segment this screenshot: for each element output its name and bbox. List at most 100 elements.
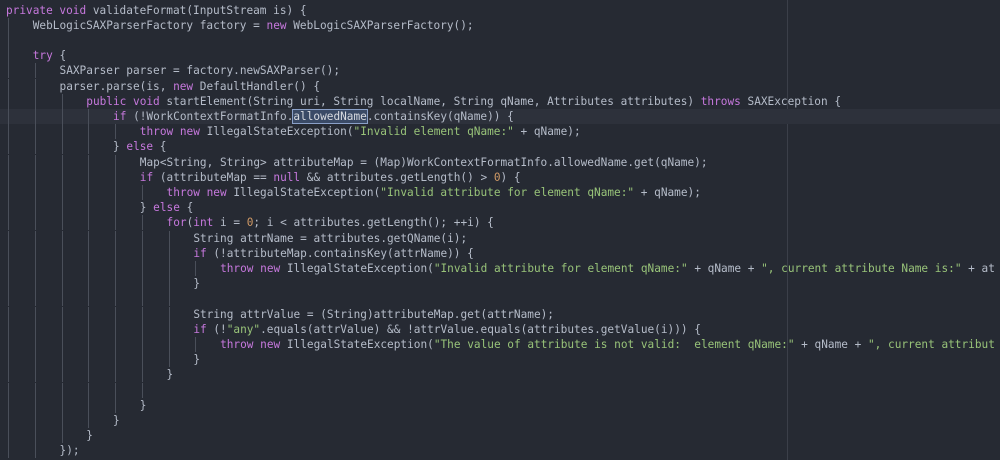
code-line[interactable]: Map<String, String> attributeMap = (Map)…: [0, 154, 1000, 170]
keyword-token: throw new: [220, 261, 287, 275]
code-line[interactable]: }: [0, 428, 1000, 444]
code-line[interactable]: WebLogicSAXParserFactory factory = new W…: [0, 17, 1000, 33]
code-text: if (!WorkContextFormatInfo.allowedName.c…: [113, 108, 514, 124]
code-line[interactable]: String attrName = attributes.getQName(i)…: [0, 230, 1000, 246]
code-line[interactable]: try {: [0, 48, 1000, 64]
indent-guide: [61, 154, 63, 170]
keyword-token: throws: [700, 94, 748, 108]
keyword-token: new: [173, 79, 200, 93]
code-text: }: [167, 367, 174, 382]
code-line[interactable]: }: [0, 397, 1000, 413]
keyword-token: else: [153, 201, 187, 215]
indent-guide: [88, 154, 90, 170]
indent-guide: [34, 108, 36, 125]
keyword-token: null: [273, 170, 307, 184]
indent-guide: [61, 336, 63, 353]
indent-guide: [34, 306, 36, 322]
code-line[interactable]: if (!attributeMap.containsKey(attrName))…: [0, 245, 1000, 261]
code-line[interactable]: if (attributeMap == null && attributes.g…: [0, 169, 1000, 185]
indent-guide: [88, 352, 90, 368]
code-line[interactable]: }: [0, 367, 1000, 383]
code-text: if (!attributeMap.containsKey(attrName))…: [193, 246, 474, 261]
indent-guide: [195, 260, 197, 277]
indent-guide: [34, 169, 36, 185]
indent-guide: [168, 245, 170, 261]
code-line[interactable]: public void startElement(String uri, Str…: [0, 93, 1000, 109]
string-token: ", current attribut: [867, 337, 995, 351]
code-line[interactable]: } else {: [0, 200, 1000, 216]
indent-guide: [88, 321, 90, 337]
code-line[interactable]: parser.parse(is, new DefaultHandler() {: [0, 78, 1000, 94]
indent-guide: [115, 336, 117, 353]
indent-guide: [8, 78, 9, 94]
code-line[interactable]: });: [0, 443, 1000, 459]
code-line[interactable]: [0, 382, 1000, 398]
indent-guide: [8, 397, 9, 413]
indent-guide: [141, 306, 143, 322]
indent-guide: [8, 184, 9, 201]
code-line[interactable]: throw new IllegalStateException("Invalid…: [0, 184, 1000, 201]
code-line[interactable]: private void validateFormat(InputStream …: [0, 3, 1000, 18]
code-text: throw new IllegalStateException("Invalid…: [167, 185, 701, 200]
code-line[interactable]: String attrValue = (String)attributeMap.…: [0, 306, 1000, 322]
code-line[interactable]: if (!WorkContextFormatInfo.allowedName.c…: [0, 108, 1000, 125]
indent-guide: [34, 154, 36, 170]
code-token: (!attributeMap.containsKey(attrName)) {: [213, 246, 474, 260]
keyword-token: int: [193, 216, 220, 230]
indent-guide: [34, 215, 36, 231]
code-line[interactable]: [0, 32, 1000, 49]
indent-guide: [168, 276, 170, 292]
code-token: ; i < attributes.getLength(); ++i) {: [253, 216, 494, 230]
code-line[interactable]: }: [0, 412, 1000, 429]
indent-guide: [115, 230, 117, 246]
code-text: }: [113, 413, 120, 428]
string-token: "Invalid element qName:": [353, 125, 514, 139]
indent-guide: [61, 108, 63, 125]
indent-guide: [34, 291, 36, 307]
code-text: }: [193, 352, 200, 367]
indent-guide: [115, 154, 117, 170]
code-line[interactable]: throw new IllegalStateException("Invalid…: [0, 124, 1000, 140]
code-line[interactable]: }: [0, 352, 1000, 368]
indent-guide: [34, 63, 36, 79]
indent-guide: [115, 397, 117, 413]
indent-guide: [8, 63, 9, 79]
indent-guide: [34, 397, 36, 413]
indent-guide: [88, 336, 90, 353]
code-token: IllegalStateException(: [233, 185, 381, 199]
code-token: {: [186, 201, 194, 215]
indent-guide: [8, 215, 9, 231]
code-token: {: [159, 140, 167, 154]
code-line[interactable]: for(int i = 0; i < attributes.getLength(…: [0, 215, 1000, 231]
keyword-token: private void: [6, 3, 93, 17]
indent-guide: [8, 443, 9, 459]
indent-guide: [34, 184, 36, 201]
code-token: startElement(String uri, String localNam…: [166, 94, 701, 108]
code-line[interactable]: throw new IllegalStateException("Invalid…: [0, 260, 1000, 277]
code-token: DefaultHandler() {: [199, 79, 321, 93]
keyword-token: public void: [86, 94, 167, 108]
code-text: }: [193, 276, 200, 291]
code-token: + qName +: [687, 261, 762, 275]
code-line[interactable]: throw new IllegalStateException("The val…: [0, 336, 1000, 353]
indent-guide: [115, 291, 117, 307]
code-line[interactable]: [0, 291, 1000, 307]
indent-guide: [34, 124, 36, 140]
indent-guide: [8, 260, 9, 277]
indent-guide: [8, 17, 9, 33]
string-token: "Invalid attribute for element qName:": [380, 185, 635, 199]
code-line[interactable]: SAXParser parser = factory.newSAXParser(…: [0, 63, 1000, 79]
indent-guide: [88, 276, 90, 292]
code-editor[interactable]: private void validateFormat(InputStream …: [0, 0, 1000, 460]
code-line[interactable]: } else {: [0, 139, 1000, 155]
indent-guide: [168, 260, 170, 277]
string-token: "Invalid attribute for element qName:": [433, 261, 688, 275]
code-text: throw new IllegalStateException("Invalid…: [140, 124, 581, 139]
code-line[interactable]: }: [0, 276, 1000, 292]
indent-guide: [141, 184, 143, 201]
indent-guide: [8, 367, 9, 383]
string-token: "any": [226, 322, 261, 336]
code-text: for(int i = 0; i < attributes.getLength(…: [167, 215, 494, 230]
code-line[interactable]: if (!"any".equals(attrValue) && !attrVal…: [0, 321, 1000, 337]
code-text: if (!"any".equals(attrValue) && !attrVal…: [193, 322, 701, 337]
